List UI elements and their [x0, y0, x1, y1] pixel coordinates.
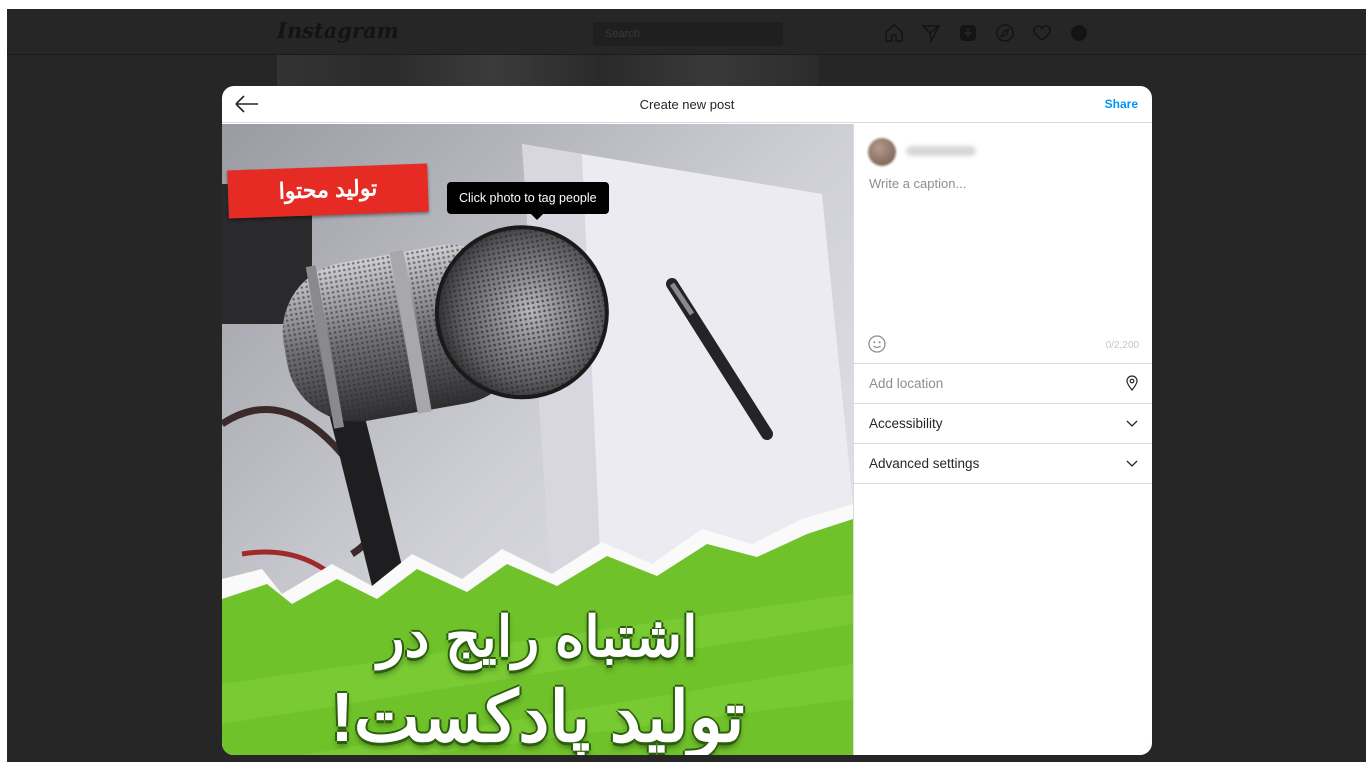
location-pin-icon	[1124, 375, 1140, 391]
user-avatar	[868, 138, 896, 166]
add-location-field[interactable]: Add location	[854, 363, 1152, 403]
share-button[interactable]: Share	[1105, 97, 1138, 111]
emoji-icon[interactable]	[867, 334, 887, 354]
add-location-label: Add location	[869, 376, 944, 391]
tag-people-tooltip: Click photo to tag people	[447, 182, 609, 220]
chevron-down-icon	[1124, 415, 1140, 431]
photo-headline-line2: تولید پادکست!	[330, 678, 745, 755]
photo-headline-line1: اشتباه رایج در	[377, 605, 698, 668]
create-post-modal: Create new post Share تولید محتوا Click …	[222, 86, 1152, 755]
red-topic-label: تولید محتوا	[227, 163, 429, 219]
modal-title: Create new post	[639, 97, 735, 112]
accessibility-label: Accessibility	[869, 416, 943, 431]
direct-icon[interactable]	[920, 22, 942, 44]
post-photo[interactable]: تولید محتوا Click photo to tag people اش…	[222, 124, 853, 755]
instagram-top-nav: Instagram Search	[7, 9, 1366, 55]
section-divider	[854, 483, 1152, 484]
chevron-down-icon	[1124, 455, 1140, 471]
new-post-icon[interactable]	[957, 22, 979, 44]
instagram-logo[interactable]: Instagram	[277, 18, 399, 43]
search-input[interactable]: Search	[593, 22, 783, 46]
accessibility-section[interactable]: Accessibility	[854, 403, 1152, 443]
explore-icon[interactable]	[994, 22, 1016, 44]
post-details-panel: 0/2,200 Add location Accessibility Advan…	[853, 124, 1152, 755]
modal-header: Create new post Share	[222, 86, 1152, 123]
caption-char-count: 0/2,200	[1105, 340, 1139, 351]
browser-viewport: Instagram Search Create new post Share ت…	[7, 9, 1366, 762]
background-feed-post	[277, 55, 818, 87]
advanced-settings-label: Advanced settings	[869, 456, 980, 471]
profile-avatar-icon[interactable]	[1068, 22, 1090, 44]
screenshot: Instagram Search Create new post Share ت…	[0, 0, 1371, 771]
caption-input[interactable]	[869, 176, 1139, 336]
blurred-username	[906, 146, 976, 156]
home-icon[interactable]	[883, 22, 905, 44]
activity-heart-icon[interactable]	[1031, 22, 1053, 44]
advanced-settings-section[interactable]: Advanced settings	[854, 443, 1152, 483]
